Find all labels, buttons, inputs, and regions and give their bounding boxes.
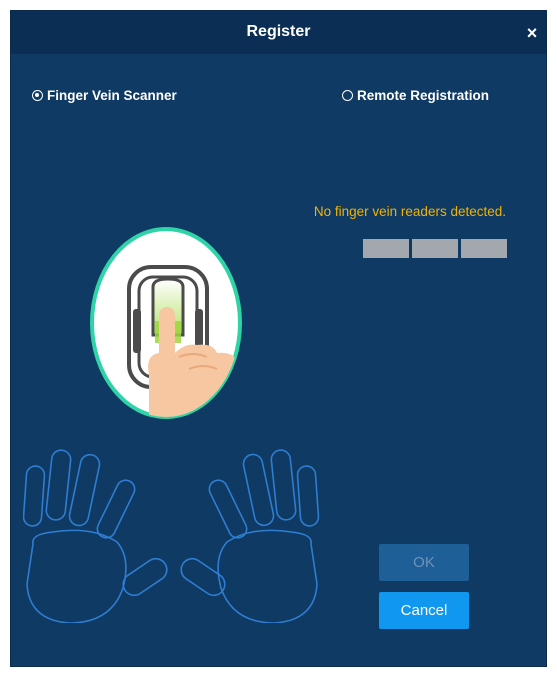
progress-segment xyxy=(363,239,409,258)
ok-button[interactable]: OK xyxy=(379,544,469,581)
radio-button-checked-icon[interactable] xyxy=(32,90,43,101)
progress-segment xyxy=(461,239,507,258)
cancel-button[interactable]: Cancel xyxy=(379,592,469,629)
radio-remote-registration[interactable]: Remote Registration xyxy=(342,88,489,103)
register-dialog: Register × Finger Vein Scanner Remote Re… xyxy=(10,10,547,667)
hand-outlines-icon xyxy=(23,449,320,623)
registration-progress xyxy=(363,239,507,258)
radio-label-remote-registration: Remote Registration xyxy=(357,88,490,103)
finger-vein-scanner-illustration xyxy=(90,227,242,419)
dialog-title: Register xyxy=(246,23,311,40)
radio-label-finger-vein-scanner: Finger Vein Scanner xyxy=(47,88,177,103)
title-bar: Register × xyxy=(11,11,546,54)
close-icon[interactable]: × xyxy=(522,23,542,43)
status-message: No finger vein readers detected. xyxy=(313,204,506,219)
radio-button-unchecked-icon[interactable] xyxy=(342,90,353,101)
radio-finger-vein-scanner[interactable]: Finger Vein Scanner xyxy=(32,88,177,103)
progress-segment xyxy=(412,239,458,258)
